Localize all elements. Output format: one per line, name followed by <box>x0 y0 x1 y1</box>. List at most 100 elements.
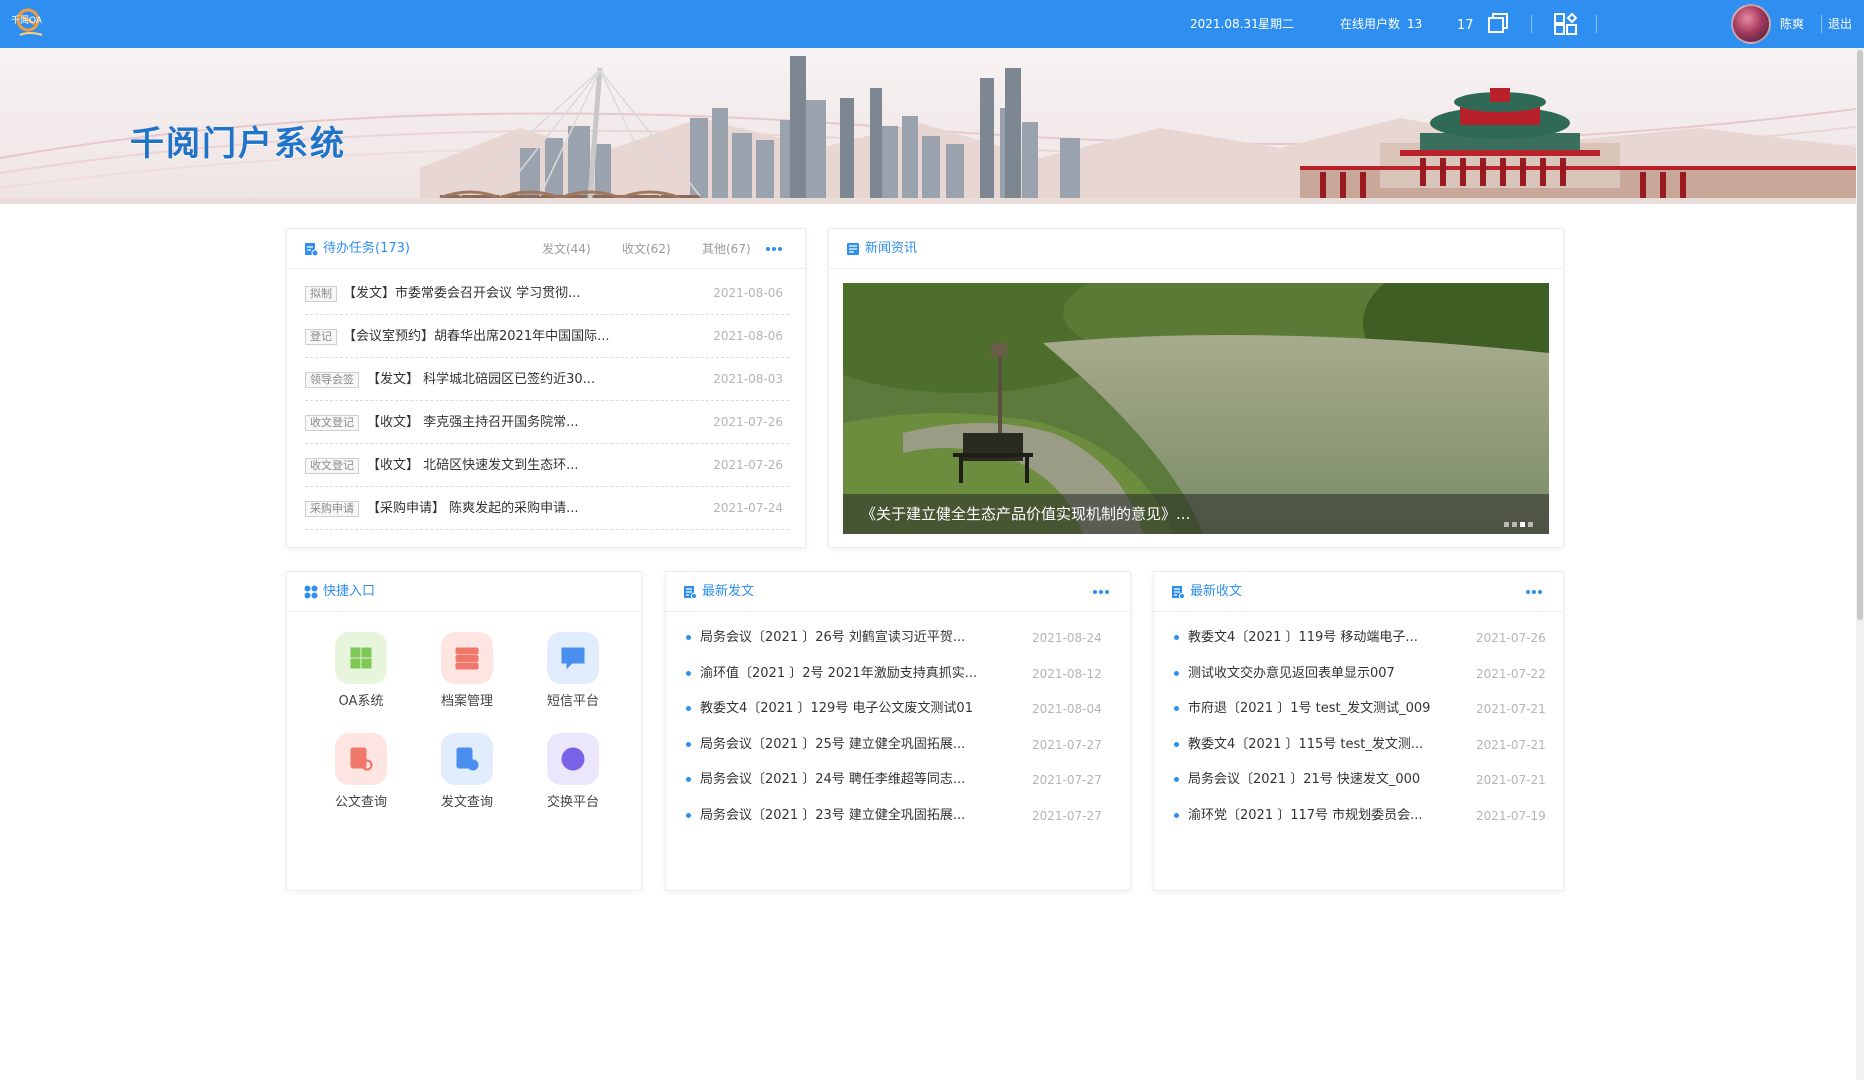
current-weekday: 星期二 <box>1258 17 1295 31</box>
latest-sent-card: 最新发文 局务会议〔2021 〕26号 刘鹤宣读习近平贺... 2021-08-2… <box>665 571 1131 891</box>
carousel-indicators[interactable] <box>1501 512 1533 527</box>
quick-entry-label[interactable]: 短信平台 <box>529 690 617 709</box>
task-status-tag: 领导会签 <box>305 372 359 388</box>
news-caption[interactable]: 《关于建立健全生态产品价值实现机制的意见》... <box>861 494 1190 534</box>
task-title[interactable]: 【采购申请】 陈爽发起的采购申请... <box>367 487 579 530</box>
doc-row[interactable]: 局务会议〔2021 〕21号 快速发文_000 2021-07-21 <box>1174 762 1546 798</box>
doc-title[interactable]: 局务会议〔2021 〕25号 建立健全巩固拓展... <box>700 727 965 763</box>
portal-title: 千阅门户系统 <box>130 124 346 164</box>
card-header: 最新发文 <box>666 572 1130 612</box>
doc-title[interactable]: 局务会议〔2021 〕24号 聘任李维超等同志... <box>700 762 965 798</box>
task-row[interactable]: 拟制 【发文】市委常委会召开会议 学习贯彻... 2021-08-06 <box>305 272 789 315</box>
task-date: 2021-07-24 <box>713 501 783 515</box>
quick-entry-tile[interactable] <box>441 632 493 684</box>
tab-received-docs[interactable]: 收文(62) <box>622 229 671 269</box>
logout-link[interactable]: 退出 <box>1828 0 1852 48</box>
divider <box>1596 15 1597 33</box>
task-title[interactable]: 【收文】 李克强主持召开国务院常... <box>367 401 579 444</box>
bullet-icon <box>686 670 691 676</box>
quick-entry-label[interactable]: 交换平台 <box>529 791 617 810</box>
doc-search-icon <box>350 747 373 771</box>
todo-tasks-card: 待办任务(173) 发文(44) 收文(62) 其他(67) 拟制 【发文】市委常… <box>286 228 806 548</box>
card-title: 待办任务(173) <box>323 241 410 256</box>
message-icon <box>561 647 585 670</box>
card-title: 快捷入口 <box>323 584 376 599</box>
doc-row[interactable]: 局务会议〔2021 〕26号 刘鹤宣读习近平贺... 2021-08-24 <box>686 620 1102 656</box>
quick-entry-item[interactable]: 交换平台 <box>529 733 609 823</box>
doc-row[interactable]: 教委文4〔2021 〕129号 电子公文废文测试01 2021-08-04 <box>686 691 1102 727</box>
news-carousel[interactable]: 《关于建立健全生态产品价值实现机制的意见》... <box>843 283 1549 534</box>
doc-title[interactable]: 测试收文交办意见返回表单显示007 <box>1188 656 1395 692</box>
doc-title[interactable]: 教委文4〔2021 〕115号 test_发文测... <box>1188 727 1423 763</box>
doc-date: 2021-07-27 <box>1032 737 1102 752</box>
doc-title[interactable]: 渝环党〔2021 〕117号 市规划委员会... <box>1188 798 1423 834</box>
bullet-icon <box>686 635 691 640</box>
quick-entry-tile[interactable] <box>547 733 599 785</box>
quick-entry-item[interactable]: 短信平台 <box>529 632 609 722</box>
task-title[interactable]: 【收文】 北碚区快速发文到生态环... <box>367 444 579 487</box>
quick-entry-item[interactable]: OA系统 <box>317 632 397 722</box>
task-row[interactable]: 领导会签 【发文】 科学城北碚园区已签约近30... 2021-08-03 <box>305 358 789 401</box>
doc-row[interactable]: 局务会议〔2021 〕25号 建立健全巩固拓展... 2021-07-27 <box>686 727 1102 763</box>
doc-row[interactable]: 教委文4〔2021 〕115号 test_发文测... 2021-07-21 <box>1174 727 1546 763</box>
bullet-icon <box>686 812 691 818</box>
doc-row[interactable]: 渝环党〔2021 〕117号 市规划委员会... 2021-07-19 <box>1174 798 1546 834</box>
bullet-icon <box>686 706 691 711</box>
doc-row[interactable]: 局务会议〔2021 〕24号 聘任李维超等同志... 2021-07-27 <box>686 762 1102 798</box>
doc-title[interactable]: 市府退〔2021 〕1号 test_发文测试_009 <box>1188 691 1430 727</box>
doc-row[interactable]: 测试收文交办意见返回表单显示007 2021-07-22 <box>1174 656 1546 692</box>
quick-entry-label[interactable]: 公文查询 <box>317 791 405 810</box>
card-title: 新闻资讯 <box>865 241 918 256</box>
quick-entry-label[interactable]: 档案管理 <box>423 690 511 709</box>
doc-row[interactable]: 教委文4〔2021 〕119号 移动端电子... 2021-07-26 <box>1174 620 1546 656</box>
doc-title[interactable]: 局务会议〔2021 〕26号 刘鹤宣读习近平贺... <box>700 620 965 656</box>
doc-row[interactable]: 市府退〔2021 〕1号 test_发文测试_009 2021-07-21 <box>1174 691 1546 727</box>
task-title[interactable]: 【会议室预约】胡春华出席2021年中国国际... <box>343 315 609 358</box>
doc-date: 2021-07-27 <box>1032 808 1102 823</box>
window-icon[interactable] <box>1485 12 1511 36</box>
doc-date: 2021-08-24 <box>1032 631 1102 645</box>
task-row[interactable]: 采购申请 【采购申请】 陈爽发起的采购申请... 2021-07-24 <box>305 487 789 530</box>
task-date: 2021-08-06 <box>713 286 783 300</box>
layout-icon[interactable] <box>1552 12 1578 36</box>
doc-title[interactable]: 渝环值〔2021 〕2号 2021年激励支持真抓实... <box>700 656 977 692</box>
doc-title[interactable]: 教委文4〔2021 〕119号 移动端电子... <box>1188 620 1418 656</box>
doc-row[interactable]: 渝环值〔2021 〕2号 2021年激励支持真抓实... 2021-08-12 <box>686 656 1102 692</box>
quick-entry-item[interactable]: 公文查询 <box>317 733 397 823</box>
quick-entry-label[interactable]: OA系统 <box>317 690 405 709</box>
task-row[interactable]: 收文登记 【收文】 北碚区快速发文到生态环... 2021-07-26 <box>305 444 789 487</box>
card-header: 待办任务(173) 发文(44) 收文(62) 其他(67) <box>287 229 805 269</box>
username[interactable]: 陈爽 <box>1780 0 1804 48</box>
quick-entry-label[interactable]: 发文查询 <box>423 791 511 810</box>
document-icon <box>684 586 697 599</box>
doc-row[interactable]: 局务会议〔2021 〕23号 建立健全巩固拓展... 2021-07-27 <box>686 798 1102 834</box>
task-row[interactable]: 登记 【会议室预约】胡春华出席2021年中国国际... 2021-08-06 <box>305 315 789 358</box>
task-title[interactable]: 【发文】市委常委会召开会议 学习贯彻... <box>343 272 581 315</box>
bullet-icon <box>686 741 691 747</box>
windows-icon <box>350 647 372 669</box>
task-status-tag: 登记 <box>305 329 337 345</box>
task-title[interactable]: 【发文】 科学城北碚园区已签约近30... <box>367 358 595 401</box>
doc-title[interactable]: 局务会议〔2021 〕23号 建立健全巩固拓展... <box>700 798 965 834</box>
online-users-label: 在线用户数 <box>1340 17 1401 31</box>
quick-entry-tile[interactable] <box>335 733 387 785</box>
more-icon[interactable] <box>1093 586 1113 598</box>
doc-title[interactable]: 局务会议〔2021 〕21号 快速发文_000 <box>1188 762 1420 798</box>
task-status-tag: 收文登记 <box>305 415 359 431</box>
task-row[interactable]: 收文登记 【收文】 李克强主持召开国务院常... 2021-07-26 <box>305 401 789 444</box>
quick-entry-tile[interactable] <box>547 632 599 684</box>
quick-entry-tile[interactable] <box>441 733 493 785</box>
more-icon[interactable] <box>766 243 786 255</box>
quick-entry-tile[interactable] <box>335 632 387 684</box>
quick-entry-item[interactable]: 档案管理 <box>423 632 503 722</box>
more-icon[interactable] <box>1526 586 1546 598</box>
user-avatar[interactable] <box>1731 4 1771 44</box>
doc-date: 2021-07-21 <box>1476 737 1546 752</box>
doc-date: 2021-07-21 <box>1476 773 1546 787</box>
archive-icon <box>455 647 479 670</box>
tab-sent-docs[interactable]: 发文(44) <box>542 229 591 269</box>
tab-others[interactable]: 其他(67) <box>702 229 751 269</box>
doc-title[interactable]: 教委文4〔2021 〕129号 电子公文废文测试01 <box>700 691 973 727</box>
quick-entry-item[interactable]: 发文查询 <box>423 733 503 823</box>
page-scrollbar-thumb[interactable] <box>1857 50 1863 620</box>
